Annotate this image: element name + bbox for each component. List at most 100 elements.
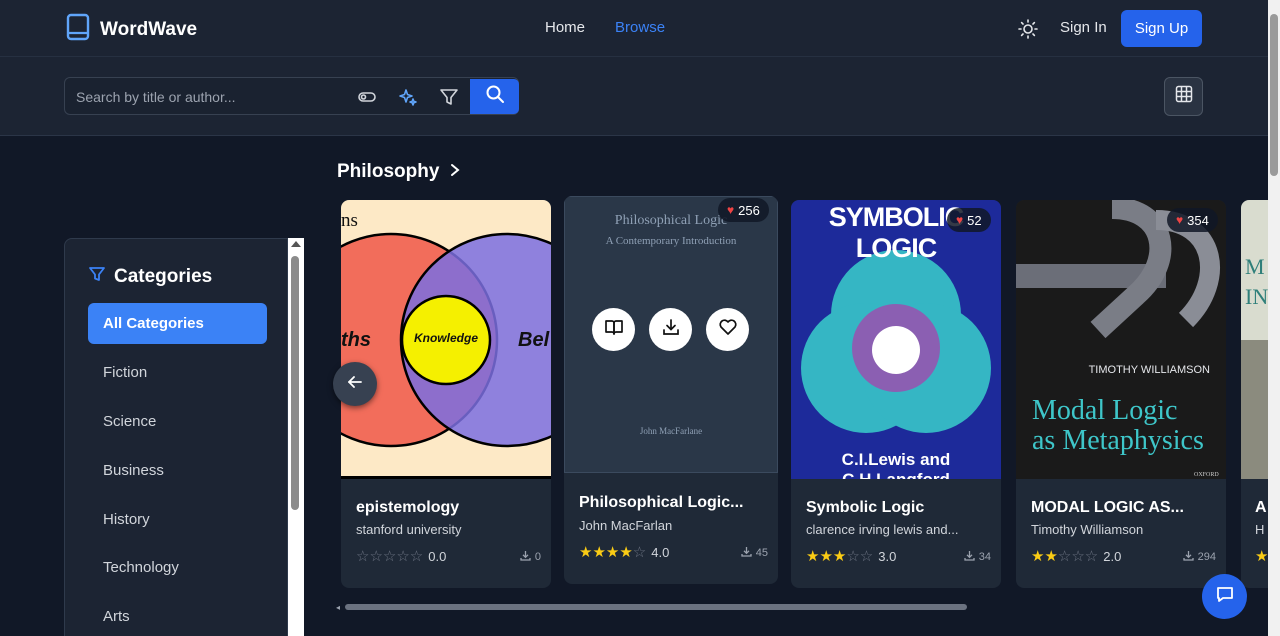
likes-badge: ♥ 52 xyxy=(947,208,991,232)
category-technology[interactable]: Technology xyxy=(88,547,267,588)
cover-fragment-text: M IN xyxy=(1245,254,1268,309)
category-business[interactable]: Business xyxy=(88,450,267,491)
categories-title: Categories xyxy=(114,266,213,287)
book-cover-image[interactable]: M IN xyxy=(1241,200,1268,479)
section-heading[interactable]: Philosophy xyxy=(337,161,461,183)
book-rating: ☆☆☆☆☆ 0.0 xyxy=(356,547,446,565)
grid-view-button[interactable] xyxy=(1164,77,1203,116)
read-button[interactable] xyxy=(592,308,635,351)
cover-author: John MacFarlane xyxy=(639,426,703,436)
category-all[interactable]: All Categories xyxy=(88,303,267,344)
book-rating: ★★★★☆ 4.0 xyxy=(579,543,669,561)
chevron-right-icon xyxy=(449,161,461,183)
book-cover-image[interactable]: ns ths Bel Knowledge xyxy=(341,200,551,479)
theme-toggle-sun-icon[interactable] xyxy=(1017,18,1039,40)
rating-value: 2.0 xyxy=(1103,548,1122,564)
likes-badge: ♥ 354 xyxy=(1167,208,1218,232)
download-count-value: 0 xyxy=(534,551,541,563)
cover-author: TIMOTHY WILLIAMSON xyxy=(1088,364,1210,376)
book-card[interactable]: M IN A H ★ xyxy=(1241,200,1268,588)
book-title[interactable]: Philosophical Logic... xyxy=(579,494,743,512)
book-card[interactable]: Philosophical Logic A Contemporary Intro… xyxy=(564,196,778,584)
rating-stars: ★★☆☆☆ xyxy=(1031,548,1099,565)
search-button[interactable] xyxy=(470,79,519,114)
book-author: H xyxy=(1255,522,1265,537)
category-fiction[interactable]: Fiction xyxy=(88,352,267,393)
download-count-value: 45 xyxy=(755,547,768,559)
book-rating: ★★★☆☆ 3.0 xyxy=(806,547,896,565)
sign-up-button[interactable]: Sign Up xyxy=(1121,10,1202,47)
download-button[interactable] xyxy=(649,308,692,351)
book-card[interactable]: TIMOTHY WILLIAMSON Modal Logic as Metaph… xyxy=(1016,200,1226,588)
page-scrollbar-thumb[interactable] xyxy=(1270,14,1278,176)
arrow-left-icon xyxy=(347,374,363,395)
chat-button[interactable] xyxy=(1202,574,1247,619)
book-cover-image[interactable]: SYMBOLIC LOGIC C.I.Lewis and C.H.Langfor… xyxy=(791,200,1001,479)
book-title[interactable]: Symbolic Logic xyxy=(806,499,924,517)
main-nav: Home Browse xyxy=(545,19,665,36)
book-cover-image[interactable]: TIMOTHY WILLIAMSON Modal Logic as Metaph… xyxy=(1016,200,1226,479)
likes-count: 256 xyxy=(738,202,760,218)
cover-left-word: ths xyxy=(341,329,371,351)
download-count-value: 294 xyxy=(1197,551,1216,563)
book-author: stanford university xyxy=(356,522,462,537)
book-card[interactable]: SYMBOLIC LOGIC C.I.Lewis and C.H.Langfor… xyxy=(791,200,1001,588)
search-box: Search by title or author... xyxy=(64,77,519,115)
rating-stars: ★★★☆☆ xyxy=(806,548,874,565)
open-book-icon xyxy=(604,318,624,341)
download-count: 0 xyxy=(520,550,541,564)
rating-stars: ★ xyxy=(1255,548,1268,565)
likes-badge: ♥ 256 xyxy=(718,198,769,222)
download-icon xyxy=(741,546,752,560)
heart-outline-icon xyxy=(718,318,738,341)
categories-heading: Categories xyxy=(88,265,212,289)
carousel-scroll-left-arrow[interactable]: ◂ xyxy=(336,603,340,612)
likes-count: 354 xyxy=(1187,212,1209,228)
sidebar-scroll-up-arrow[interactable] xyxy=(291,241,301,247)
download-count: 34 xyxy=(964,550,991,564)
search-toolbar: Search by title or author... xyxy=(0,57,1268,136)
book-title[interactable]: epistemology xyxy=(356,499,459,517)
sidebar-scrollbar-thumb[interactable] xyxy=(291,256,299,510)
rating-value: 3.0 xyxy=(878,548,897,564)
cover-title-line1: Modal Logic xyxy=(1032,395,1178,426)
rating-value: 0.0 xyxy=(428,548,447,564)
carousel-scrollbar-thumb[interactable] xyxy=(345,604,967,610)
sign-in-link[interactable]: Sign In xyxy=(1060,19,1107,36)
download-icon xyxy=(964,550,975,564)
filter-icon[interactable] xyxy=(438,86,460,108)
heart-icon: ♥ xyxy=(727,203,735,217)
book-icon xyxy=(66,13,90,46)
category-arts[interactable]: Arts xyxy=(88,596,267,636)
book-title[interactable]: A xyxy=(1255,499,1267,517)
category-science[interactable]: Science xyxy=(88,401,267,442)
download-count: 45 xyxy=(741,546,768,560)
grid-icon xyxy=(1175,85,1193,108)
toggle-icon[interactable] xyxy=(356,86,378,108)
book-title[interactable]: MODAL LOGIC AS... xyxy=(1031,499,1184,517)
favorite-button[interactable] xyxy=(706,308,749,351)
filter-icon xyxy=(88,265,106,289)
rating-stars: ☆☆☆☆☆ xyxy=(356,548,424,565)
cover-authors: C.I.Lewis and C.H.Langford xyxy=(841,450,951,479)
book-author: Timothy Williamson xyxy=(1031,522,1144,537)
cover-publisher: OXFORD xyxy=(1194,472,1219,478)
download-count-value: 34 xyxy=(978,551,991,563)
book-rating: ★ xyxy=(1255,547,1268,565)
section-title: Philosophy xyxy=(337,161,440,182)
cover-fragment-text: ns xyxy=(341,210,358,231)
brand-logo[interactable]: WordWave xyxy=(66,13,197,46)
cover-subtitle: A Contemporary Introduction xyxy=(605,235,737,247)
book-author: clarence irving lewis and... xyxy=(806,522,959,537)
ai-sparkle-icon[interactable] xyxy=(397,86,419,108)
nav-home-link[interactable]: Home xyxy=(545,19,585,36)
download-count: 294 xyxy=(1182,550,1216,564)
search-input[interactable]: Search by title or author... xyxy=(76,89,236,105)
cover-center-word: Knowledge xyxy=(413,331,478,345)
category-history[interactable]: History xyxy=(88,499,267,540)
carousel-prev-button[interactable] xyxy=(333,362,377,406)
download-icon xyxy=(520,550,531,564)
download-icon xyxy=(1182,550,1194,564)
rating-stars: ★★★★☆ xyxy=(579,544,647,561)
nav-browse-link[interactable]: Browse xyxy=(615,19,665,36)
